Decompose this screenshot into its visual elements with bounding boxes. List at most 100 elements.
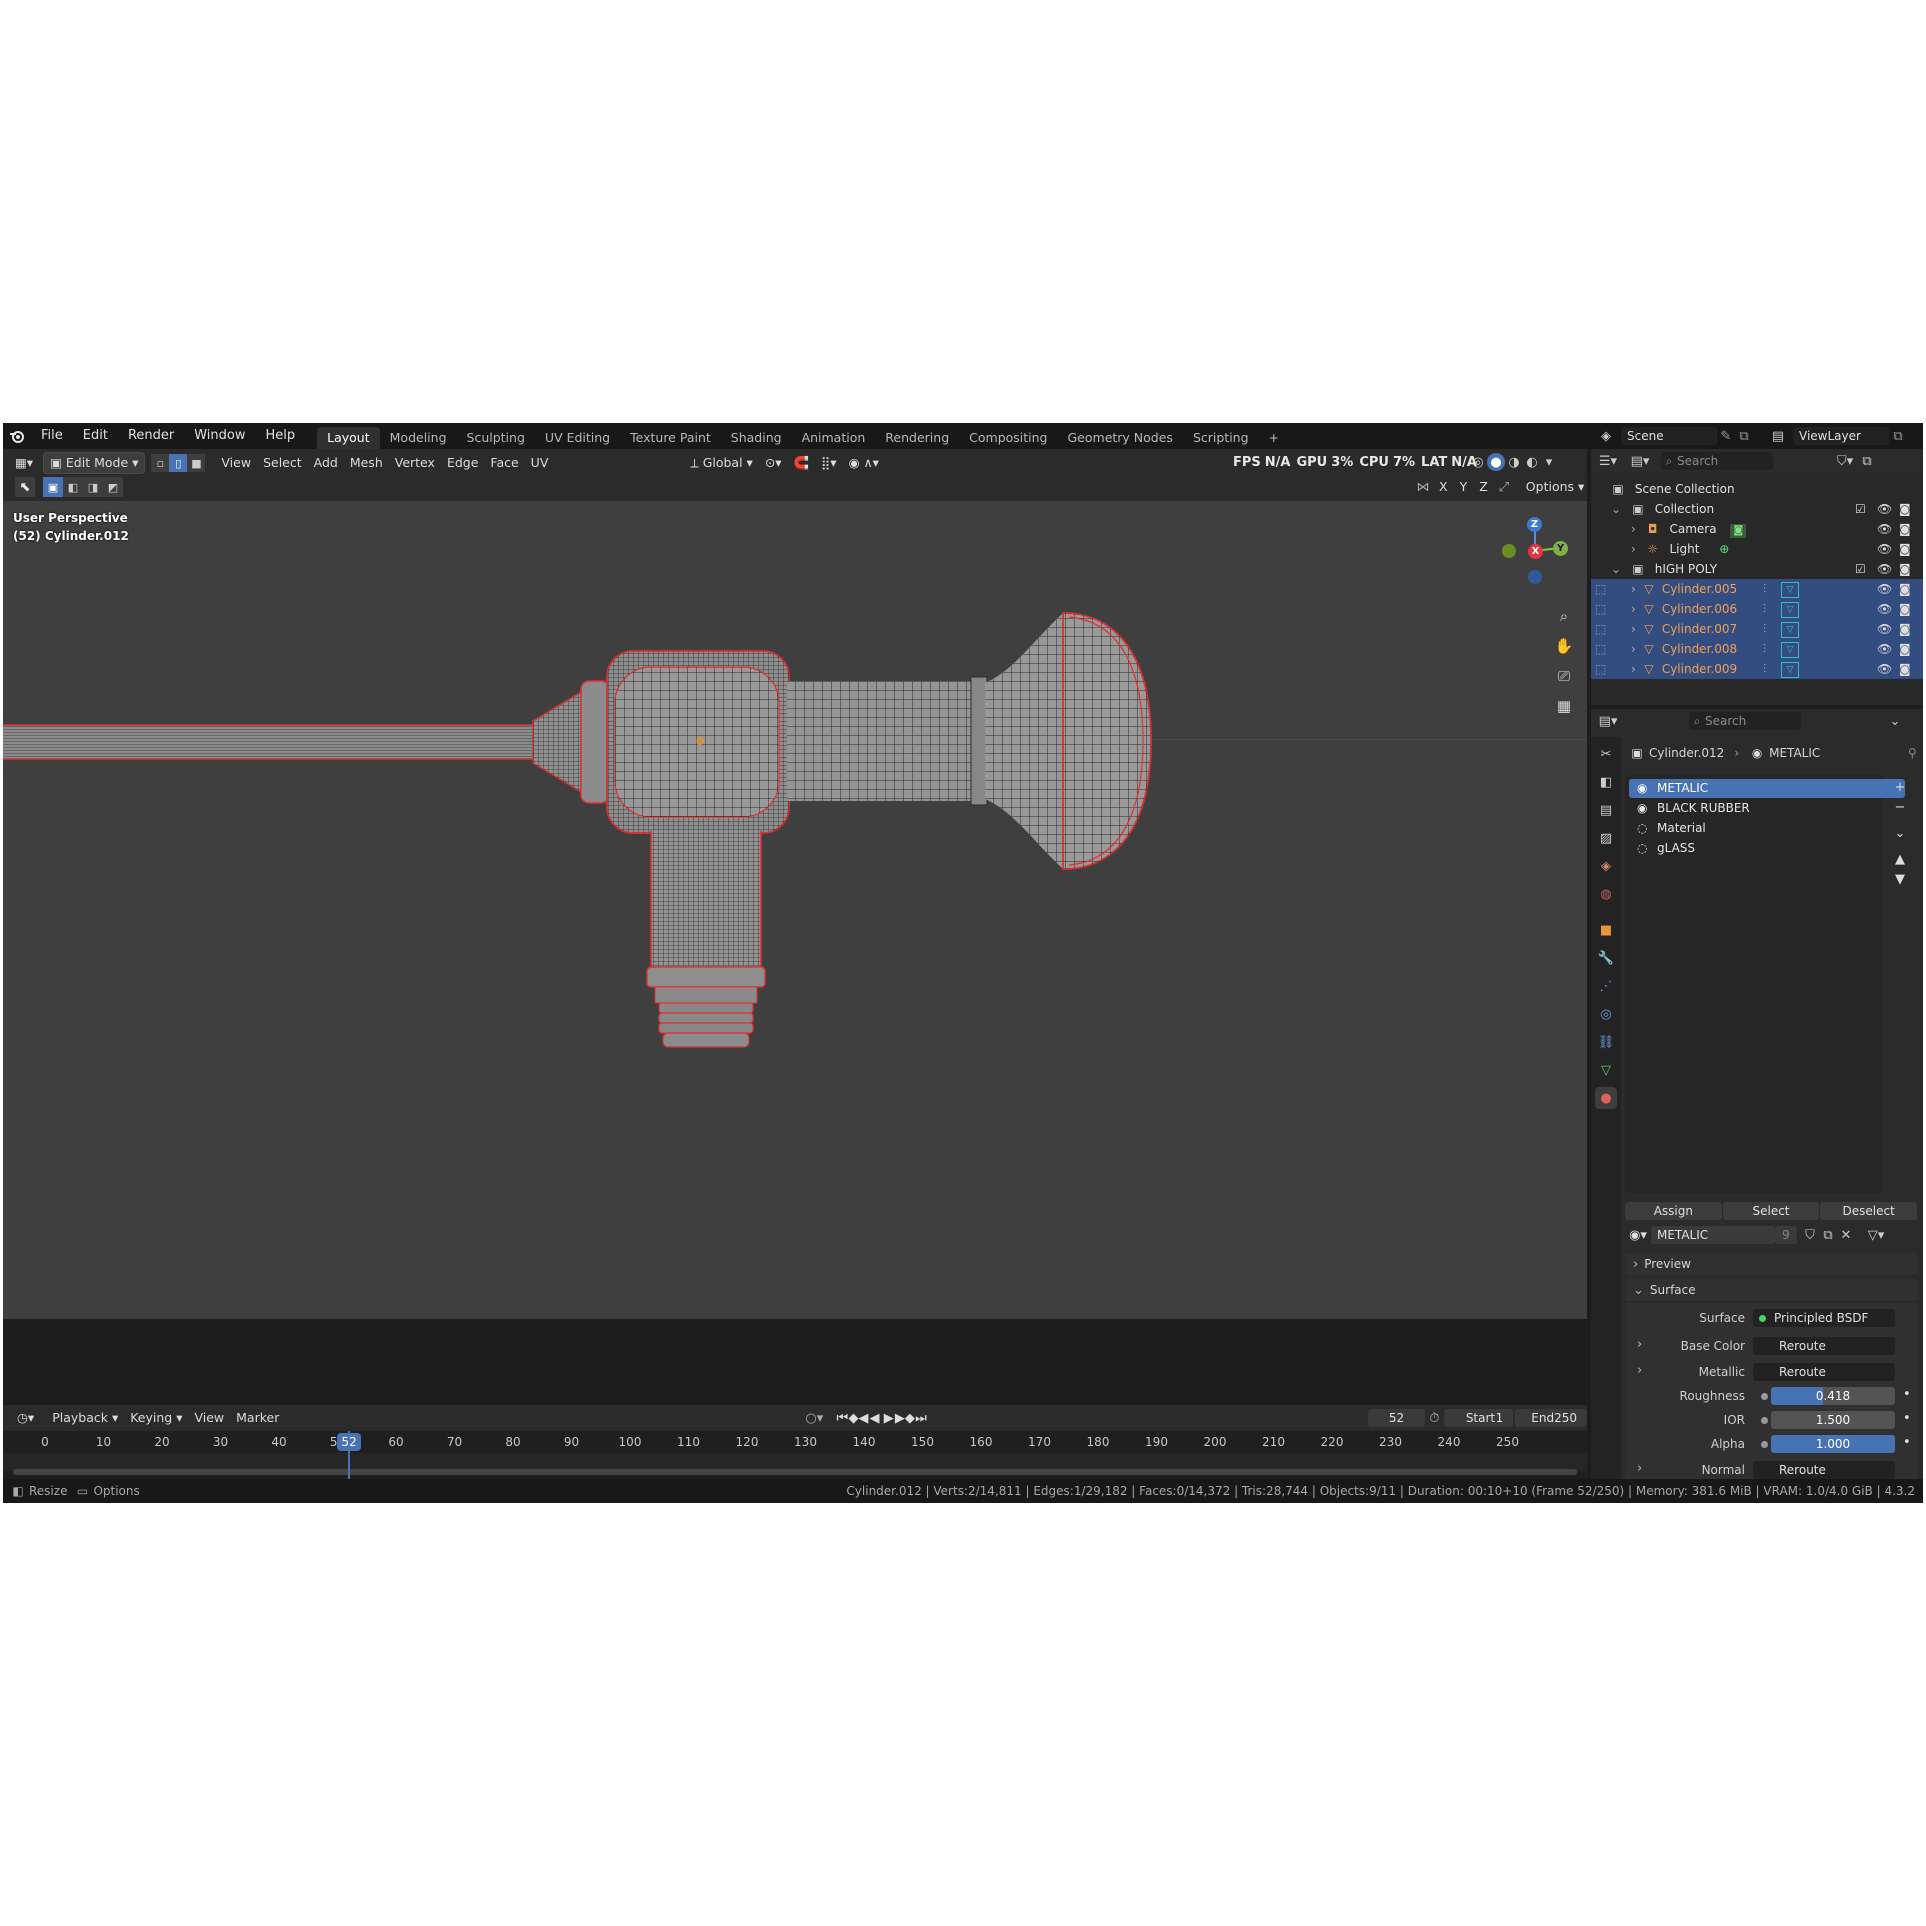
camera-render-icon[interactable]: ◙ — [1899, 579, 1911, 599]
object-tab-icon[interactable]: ■ — [1595, 919, 1617, 941]
wireframe-shading-icon[interactable]: ◎ — [1469, 455, 1487, 470]
scene-tab-icon[interactable]: ◈ — [1595, 855, 1617, 877]
navigation-gizmo[interactable]: Z Y X — [1495, 511, 1575, 591]
play-icon[interactable]: ▶ — [882, 1411, 896, 1426]
properties-editor-icon[interactable]: ▤▾ — [1591, 714, 1625, 729]
material-slot[interactable]: ◌ Material — [1629, 819, 1905, 838]
add-slot-button[interactable]: + — [1889, 777, 1911, 797]
camera-render-icon[interactable]: ◙ — [1899, 639, 1911, 659]
tab-animation[interactable]: Animation — [792, 427, 876, 449]
tab-rendering[interactable]: Rendering — [875, 427, 959, 449]
perspective-toggle-icon[interactable]: ▦ — [1551, 693, 1577, 719]
scene-icon[interactable]: ◈ — [1591, 429, 1621, 444]
timer-icon[interactable]: ⏱ — [1425, 1411, 1444, 1426]
select-new-icon[interactable]: ▣ — [43, 477, 63, 497]
material-slot[interactable]: ◉ BLACK RUBBER — [1629, 799, 1905, 818]
expand-arrow-icon[interactable]: › — [1631, 662, 1636, 676]
input-link-field[interactable]: Reroute — [1753, 1461, 1895, 1479]
gizmo-z-axis[interactable]: Z — [1527, 517, 1542, 532]
playhead-frame-badge[interactable]: 52 — [337, 1433, 362, 1451]
menu-file[interactable]: File — [31, 423, 73, 449]
view-layer-icon[interactable]: ▤ — [1763, 429, 1793, 444]
jump-start-icon[interactable]: ⏮ — [835, 1411, 849, 1426]
gizmo-y-axis[interactable]: Y — [1553, 541, 1568, 556]
expand-arrow-icon[interactable]: › — [1631, 522, 1636, 536]
play-reverse-icon[interactable]: ◀ — [867, 1411, 881, 1426]
expand-arrow-icon[interactable]: › — [1631, 602, 1636, 616]
tab-sculpting[interactable]: Sculpting — [457, 427, 535, 449]
rendered-shading-icon[interactable]: ◐ — [1523, 455, 1541, 470]
collapse-arrow-icon[interactable]: ⌄ — [1611, 502, 1621, 516]
menu-render[interactable]: Render — [118, 423, 184, 449]
eye-icon[interactable]: 👁 — [1877, 519, 1892, 539]
face-select-icon[interactable]: ■ — [187, 454, 206, 472]
tool-select-icon[interactable]: ⬉ — [15, 477, 35, 497]
menu-view[interactable]: View — [215, 453, 257, 473]
constraints-tab-icon[interactable]: ⛓ — [1595, 1031, 1617, 1053]
options-dropdown[interactable]: Options ▾ — [1520, 477, 1590, 497]
camera-render-icon[interactable]: ◙ — [1899, 539, 1911, 559]
pin-icon[interactable]: ✎ — [1717, 429, 1735, 444]
expand-arrow-icon[interactable]: › — [1631, 622, 1636, 636]
menu-playback[interactable]: Playback ▾ — [46, 1408, 124, 1428]
zoom-icon[interactable]: ⌕ — [1551, 603, 1577, 629]
select-subtract-icon[interactable]: ◨ — [83, 477, 103, 497]
jump-end-icon[interactable]: ⏭ — [914, 1411, 928, 1426]
camera-render-icon[interactable]: ◙ — [1899, 659, 1911, 679]
duplicate-icon[interactable]: ⧉ — [1819, 1228, 1837, 1243]
new-scene-icon[interactable]: ⧉ — [1735, 429, 1753, 444]
properties-search[interactable]: ⌕ Search — [1689, 712, 1801, 730]
input-socket-icon[interactable] — [1761, 1441, 1768, 1448]
outliner-object-row[interactable]: ⬚ › ▽ Cylinder.008 ⫶ ▽ 👁 ◙ — [1591, 639, 1923, 659]
user-count[interactable]: 9 — [1775, 1226, 1797, 1244]
tab-texture-paint[interactable]: Texture Paint — [620, 427, 721, 449]
world-tab-icon[interactable]: ◍ — [1595, 883, 1617, 905]
3d-viewport[interactable]: User Perspective (52) Cylinder.012 Z Y X… — [3, 501, 1587, 1319]
remove-slot-button[interactable]: − — [1889, 797, 1911, 817]
fake-user-icon[interactable]: ⛉ — [1801, 1228, 1819, 1243]
pivot-icon[interactable]: ⊙▾ — [759, 453, 788, 473]
material-name-field[interactable]: METALIC — [1651, 1226, 1775, 1244]
camera-render-icon[interactable]: ◙ — [1899, 599, 1911, 619]
expand-arrow-icon[interactable]: › — [1631, 542, 1636, 556]
tool-tab-icon[interactable]: ✂ — [1595, 743, 1617, 765]
keyframe-dot-icon[interactable]: • — [1903, 1435, 1911, 1450]
pan-hand-icon[interactable]: ✋ — [1551, 633, 1577, 659]
expand-arrow-icon[interactable]: › — [1631, 642, 1636, 656]
menu-vertex[interactable]: Vertex — [389, 453, 441, 473]
edge-select-icon[interactable]: ▯ — [169, 454, 188, 472]
outliner-object-row[interactable]: ⬚ › ▽ Cylinder.007 ⫶ ▽ 👁 ◙ — [1591, 619, 1923, 639]
deselect-button[interactable]: Deselect — [1820, 1202, 1918, 1220]
axis-x-toggle[interactable]: X — [1433, 477, 1454, 497]
view-layer-tab-icon[interactable]: ▨ — [1595, 827, 1617, 849]
mesh-edit-icon[interactable]: ⬚ — [1595, 659, 1606, 679]
mesh-edit-icon[interactable]: ⬚ — [1595, 639, 1606, 659]
tab-shading[interactable]: Shading — [721, 427, 792, 449]
camera-render-icon[interactable]: ◙ — [1899, 559, 1911, 579]
tab-scripting[interactable]: Scripting — [1183, 427, 1259, 449]
camera-render-icon[interactable]: ◙ — [1899, 519, 1911, 539]
menu-add[interactable]: Add — [308, 453, 344, 473]
surface-shader-field[interactable]: Principled BSDF — [1753, 1309, 1895, 1327]
input-link-field[interactable]: Reroute — [1753, 1363, 1895, 1381]
editor-type-icon[interactable]: ▦▾ — [9, 453, 39, 473]
outliner-object-row[interactable]: ⬚ › ▽ Cylinder.009 ⫶ ▽ 👁 ◙ — [1591, 659, 1923, 679]
mesh-edit-icon[interactable]: ⬚ — [1595, 619, 1606, 639]
menu-timeline-view[interactable]: View — [188, 1408, 230, 1428]
end-frame-field[interactable]: End 250 — [1515, 1409, 1587, 1427]
material-tab-icon[interactable]: ● — [1595, 1087, 1617, 1109]
move-down-icon[interactable]: ▼ — [1889, 869, 1911, 889]
prev-keyframe-icon[interactable]: ◆◀ — [848, 1411, 868, 1426]
input-slider[interactable]: 1.000 — [1771, 1435, 1895, 1453]
camera-view-icon[interactable]: ⎚ — [1551, 663, 1577, 689]
mode-dropdown[interactable]: ▣ Edit Mode ▾ — [43, 452, 146, 474]
expand-arrow-icon[interactable]: › — [1631, 582, 1636, 596]
physics-tab-icon[interactable]: ◎ — [1595, 1003, 1617, 1025]
menu-uv[interactable]: UV — [525, 453, 555, 473]
transform-affect-icon[interactable]: ⤢ — [1494, 480, 1514, 495]
keyframe-dot-icon[interactable]: • — [1903, 1387, 1911, 1402]
next-keyframe-icon[interactable]: ▶◆ — [895, 1411, 915, 1426]
menu-marker[interactable]: Marker — [230, 1408, 285, 1428]
timeline-scrollbar[interactable] — [13, 1469, 1577, 1475]
tab-layout[interactable]: Layout — [317, 427, 380, 449]
